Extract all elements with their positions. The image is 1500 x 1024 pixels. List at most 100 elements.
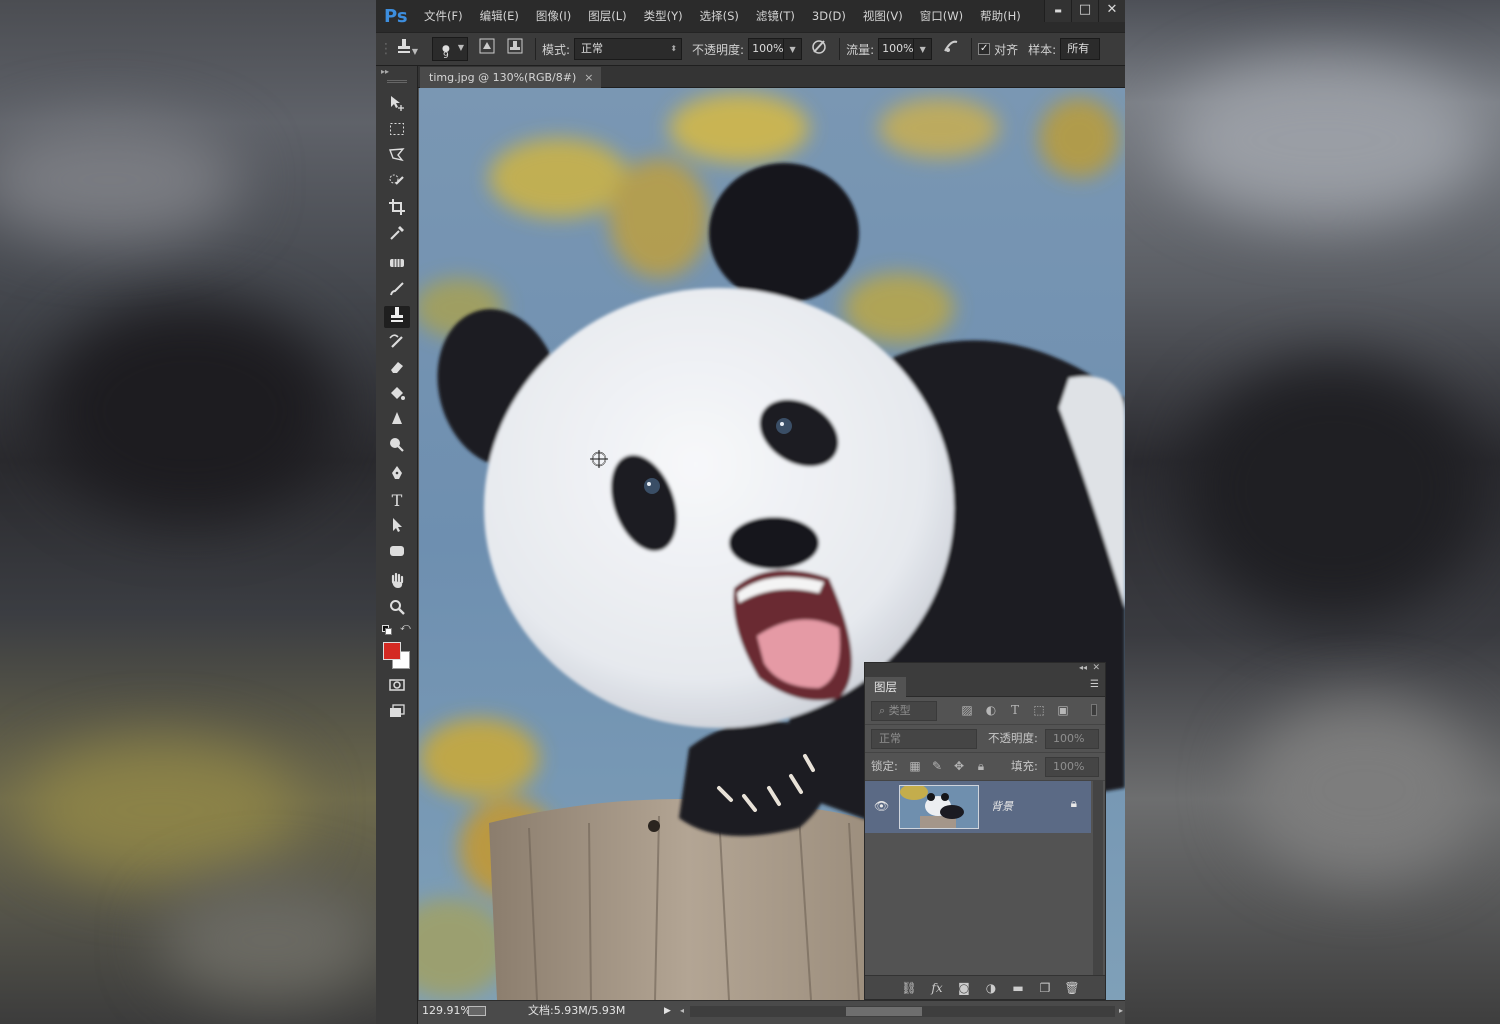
- filter-smart-object-icon[interactable]: ▣: [1055, 702, 1071, 718]
- tool-preset-picker[interactable]: ▼: [391, 38, 423, 60]
- panel-grip[interactable]: [387, 80, 407, 83]
- scroll-right-icon[interactable]: ▸: [1119, 1001, 1123, 1021]
- close-tab-icon[interactable]: ×: [584, 71, 593, 84]
- mode-select[interactable]: 正常 ⬍: [574, 38, 683, 60]
- document-size: 文档:5.93M/5.93M: [528, 1004, 626, 1017]
- quick-mask-button[interactable]: [384, 676, 410, 698]
- status-menu-arrow-icon[interactable]: ▶: [664, 1001, 671, 1021]
- filter-kind-select[interactable]: ⌕ 类型: [871, 701, 937, 721]
- lock-pixels-icon[interactable]: ✎: [929, 758, 945, 774]
- document-tab[interactable]: timg.jpg @ 130%(RGB/8#) ×: [420, 67, 602, 88]
- menu-view[interactable]: 视图(V): [863, 8, 903, 24]
- eye-icon[interactable]: 👁︎: [874, 799, 889, 813]
- move-tool[interactable]: [384, 94, 410, 116]
- screen-mode-button[interactable]: [384, 702, 410, 724]
- menu-image[interactable]: 图像(I): [536, 8, 571, 24]
- quick-select-tool[interactable]: [384, 172, 410, 194]
- panel-menu-icon[interactable]: ☰: [1090, 679, 1099, 690]
- tools-panel: ▸▸ T ⤺: [376, 66, 418, 1024]
- menu-3d[interactable]: 3D(D): [812, 9, 846, 23]
- eraser-tool[interactable]: [384, 358, 410, 380]
- crop-tool[interactable]: [384, 198, 410, 220]
- fx-icon[interactable]: fx: [929, 980, 945, 996]
- clone-stamp-tool[interactable]: [384, 306, 410, 328]
- hand-tool[interactable]: [384, 572, 410, 594]
- opacity-slider-toggle[interactable]: ▼: [784, 38, 803, 60]
- brush-tool[interactable]: [384, 280, 410, 302]
- screen-mode-icon: [390, 704, 405, 717]
- filter-shape-icon[interactable]: ⬚: [1031, 702, 1047, 718]
- scrollbar-thumb[interactable]: [846, 1007, 922, 1016]
- flow-input[interactable]: 100%: [878, 38, 915, 60]
- brush-size-picker[interactable]: ● 9 ▼: [432, 37, 468, 61]
- lasso-tool[interactable]: [384, 146, 410, 168]
- pen-tool[interactable]: [384, 464, 410, 486]
- history-brush-tool[interactable]: [384, 332, 410, 354]
- mode-label: 模式:: [542, 42, 571, 57]
- filter-toggle[interactable]: [1091, 704, 1097, 716]
- clone-source-button[interactable]: [504, 38, 526, 60]
- foreground-color-swatch[interactable]: [383, 642, 401, 660]
- healing-brush-tool[interactable]: [384, 254, 410, 276]
- default-colors-icon[interactable]: [382, 625, 392, 635]
- close-panel-icon[interactable]: ✕: [1092, 663, 1100, 673]
- scroll-left-icon[interactable]: ◂: [680, 1001, 684, 1021]
- menu-edit[interactable]: 编辑(E): [480, 8, 519, 24]
- filter-adjustment-icon[interactable]: ◐: [983, 702, 999, 718]
- new-group-icon[interactable]: ▬: [1010, 980, 1026, 996]
- fill-input[interactable]: 100%: [1045, 757, 1099, 777]
- trash-icon[interactable]: 🗑︎: [1064, 980, 1080, 996]
- menu-help[interactable]: 帮助(H): [980, 8, 1021, 24]
- lock-all-icon[interactable]: 🔒︎: [973, 758, 989, 774]
- blur-tool[interactable]: [384, 410, 410, 432]
- minimize-button[interactable]: ▬: [1044, 0, 1071, 22]
- new-layer-icon[interactable]: ❐: [1037, 980, 1053, 996]
- filter-pixel-icon[interactable]: ▨: [959, 702, 975, 718]
- paint-bucket-icon: [391, 387, 405, 400]
- sample-select[interactable]: 所有: [1060, 38, 1101, 60]
- shape-tool[interactable]: [384, 542, 410, 564]
- lock-position-icon[interactable]: ✥: [951, 758, 967, 774]
- menu-filter[interactable]: 滤镜(T): [756, 8, 795, 24]
- flow-slider-toggle[interactable]: ▼: [914, 38, 933, 60]
- horizontal-scrollbar[interactable]: [690, 1006, 1115, 1017]
- align-checkbox[interactable]: ✓: [978, 43, 991, 55]
- close-button[interactable]: ✕: [1098, 0, 1125, 22]
- maximize-button[interactable]: □: [1071, 0, 1098, 22]
- tab-layers[interactable]: 图层: [865, 677, 906, 697]
- menu-file[interactable]: 文件(F): [424, 8, 463, 24]
- layer-row[interactable]: 👁︎ 背景 🔒︎: [865, 781, 1091, 833]
- align-label: 对齐: [994, 42, 1019, 57]
- document-canvas[interactable]: ◂◂ ✕ 图层 ☰ ⌕ 类型 ▨ ◐ T ⬚ ▣ 正常 不透明度: 100% 锁…: [419, 88, 1125, 1000]
- panel-collapse-icon[interactable]: ▸▸: [381, 67, 389, 76]
- dodge-tool[interactable]: [384, 436, 410, 458]
- menu-type[interactable]: 类型(Y): [644, 8, 683, 24]
- link-layers-icon[interactable]: ⛓︎: [901, 980, 917, 996]
- type-tool[interactable]: T: [384, 490, 410, 512]
- adjustment-layer-icon[interactable]: ◑: [983, 980, 999, 996]
- pressure-opacity-button[interactable]: [808, 38, 830, 60]
- lock-transparent-icon[interactable]: ▦: [907, 758, 923, 774]
- menu-layer[interactable]: 图层(L): [588, 8, 626, 24]
- menu-window[interactable]: 窗口(W): [920, 8, 963, 24]
- marquee-tool[interactable]: [384, 120, 410, 142]
- filter-type-icon[interactable]: T: [1007, 702, 1023, 718]
- layers-scrollbar[interactable]: [1093, 781, 1103, 977]
- brush-panel-button[interactable]: [476, 38, 498, 60]
- eraser-icon: [391, 362, 403, 373]
- add-mask-icon[interactable]: ◙: [956, 980, 972, 996]
- zoom-level[interactable]: 129.91%: [422, 1001, 471, 1021]
- path-select-tool[interactable]: [384, 516, 410, 538]
- opacity-input[interactable]: 100%: [748, 38, 785, 60]
- eyedropper-tool[interactable]: [384, 224, 410, 246]
- layer-opacity-input[interactable]: 100%: [1045, 729, 1099, 749]
- status-settings-icon[interactable]: [468, 1006, 486, 1016]
- airbrush-button[interactable]: [940, 38, 962, 60]
- menu-select[interactable]: 选择(S): [700, 8, 739, 24]
- zoom-tool[interactable]: [384, 598, 410, 620]
- paint-bucket-tool[interactable]: [384, 384, 410, 406]
- blend-mode-select[interactable]: 正常: [871, 729, 977, 749]
- swap-colors-icon[interactable]: ⤺: [400, 622, 411, 633]
- collapse-icon[interactable]: ◂◂: [1079, 663, 1087, 672]
- brush-icon: [390, 282, 404, 296]
